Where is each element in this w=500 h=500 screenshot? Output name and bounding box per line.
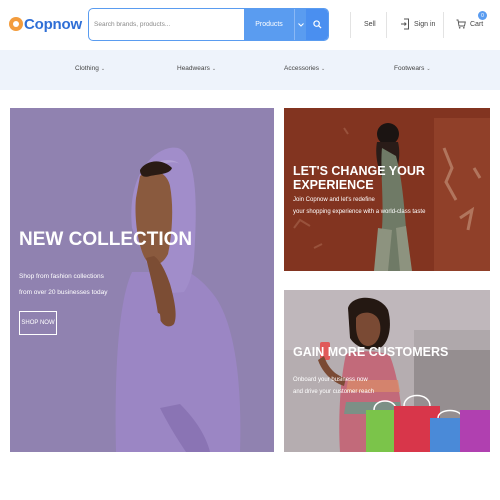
search-category-select[interactable]: Products	[244, 9, 294, 40]
chevron-down-icon: ⌄	[426, 65, 431, 72]
banner-text-line1: Onboard your business now	[293, 377, 368, 383]
cart-label: Cart	[470, 20, 484, 28]
new-collection-banner[interactable]: NEW COLLECTION Shop from fashion collect…	[10, 108, 274, 452]
category-nav: Clothing ⌄ Headwears ⌄ Accessories ⌄ Footwe…	[0, 50, 500, 90]
nav-item-label: Accessories	[284, 65, 320, 72]
sell-link[interactable]: Sell	[364, 15, 376, 33]
banner-text-line2: from over 20 businesses today	[19, 289, 108, 296]
signin-icon	[401, 18, 409, 30]
logo[interactable]: Copnow	[9, 13, 82, 35]
nav-item-label: Clothing	[75, 65, 99, 72]
signin-label: Sign in	[414, 20, 436, 28]
sell-label: Sell	[364, 20, 376, 28]
banner-text-line2: and drive your customer reach	[293, 389, 375, 395]
header-divider	[386, 12, 387, 38]
banner-text-line1: Join Copnow and let's redefine	[293, 197, 375, 203]
signin-link[interactable]: Sign in	[400, 15, 435, 33]
nav-item-headwears[interactable]: Headwears ⌄	[177, 65, 216, 72]
search-input[interactable]	[89, 9, 244, 40]
search-category-label: Products	[255, 21, 283, 28]
banner-title: NEW COLLECTION	[19, 229, 193, 250]
banner-title: GAIN MORE CUSTOMERS	[293, 345, 449, 359]
nav-item-clothing[interactable]: Clothing ⌄	[75, 65, 105, 72]
logo-text: Copnow	[24, 15, 82, 33]
gain-customers-banner[interactable]: GAIN MORE CUSTOMERS Onboard your busines…	[284, 290, 490, 452]
nav-item-label: Footwears	[394, 65, 425, 72]
chevron-down-icon[interactable]	[294, 9, 306, 40]
cart-count-badge: 0	[478, 11, 487, 20]
banner-title: LET'S CHANGE YOUR EXPERIENCE	[293, 164, 425, 192]
cart-icon	[456, 19, 466, 29]
header: Copnow Products Sell Sign in Cart 0	[0, 0, 500, 50]
chevron-down-icon: ⌄	[321, 65, 326, 72]
banner-text-line1: Shop from fashion collections	[19, 273, 104, 280]
header-divider	[350, 12, 351, 38]
logo-mark-icon	[9, 17, 23, 31]
search-icon	[312, 20, 322, 29]
header-divider	[443, 12, 444, 38]
search-button[interactable]	[306, 9, 328, 40]
banner-text-line2: your shopping experience with a world-cl…	[293, 209, 426, 215]
nav-item-accessories[interactable]: Accessories ⌄	[284, 65, 325, 72]
change-experience-banner[interactable]: LET'S CHANGE YOUR EXPERIENCE Join Copnow…	[284, 108, 490, 271]
chevron-down-icon: ⌄	[100, 65, 106, 72]
search-bar: Products	[88, 8, 329, 41]
nav-item-label: Headwears	[177, 65, 210, 72]
shop-now-button[interactable]: SHOP NOW	[19, 311, 57, 335]
nav-item-footwears[interactable]: Footwears ⌄	[394, 65, 431, 72]
customers-photo-image	[284, 290, 490, 452]
chevron-down-icon: ⌄	[211, 65, 217, 72]
